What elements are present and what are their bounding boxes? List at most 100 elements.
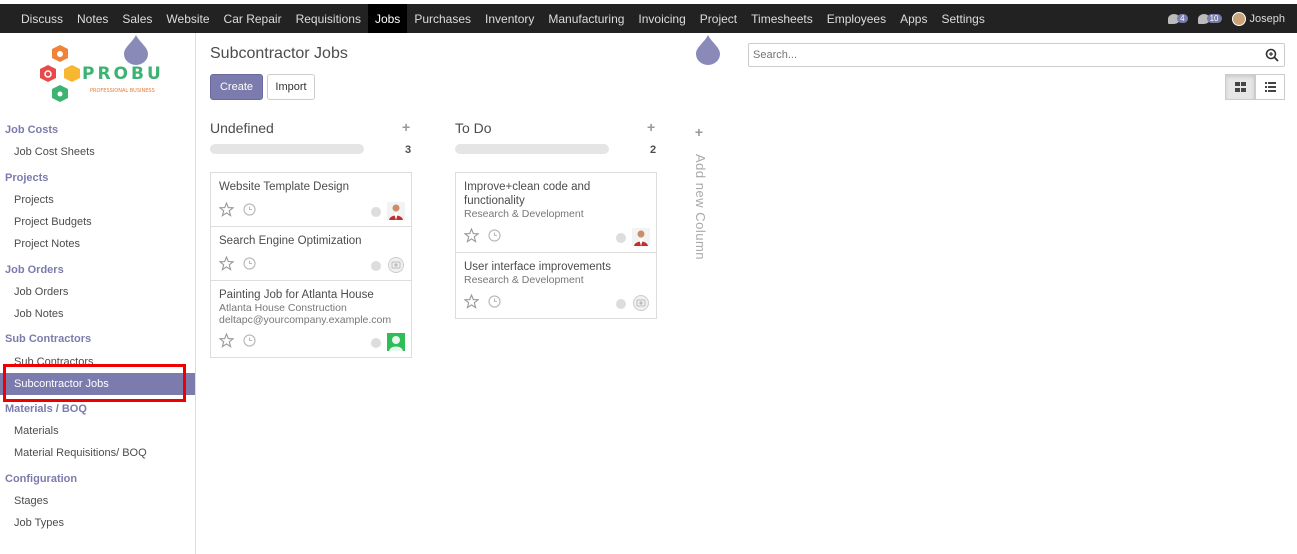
- menu-invoicing[interactable]: Invoicing: [631, 4, 692, 33]
- sidebar-item-material-requisitions[interactable]: Material Requisitions/ BOQ: [14, 447, 147, 459]
- sidebar-item-stages[interactable]: Stages: [14, 495, 48, 507]
- chat-count-badge: 4: [1177, 14, 1188, 23]
- column-title-undefined: Undefined: [210, 120, 274, 136]
- status-dot[interactable]: [371, 338, 381, 348]
- column-count: 3: [405, 144, 412, 156]
- logo-brand: PROBUSE: [82, 64, 164, 84]
- star-icon[interactable]: [219, 202, 234, 217]
- column-progress-bar: [455, 144, 609, 154]
- card-title: Website Template Design: [219, 181, 349, 193]
- star-icon[interactable]: [219, 256, 234, 271]
- clock-icon[interactable]: [243, 257, 256, 270]
- messages-count-badge: 10: [1206, 14, 1222, 23]
- sidebar-item-job-orders[interactable]: Job Orders: [14, 286, 68, 298]
- clock-icon[interactable]: [488, 229, 501, 242]
- column-quick-create-button[interactable]: +: [647, 119, 655, 135]
- menu-car-repair[interactable]: Car Repair: [217, 4, 289, 33]
- menu-notes[interactable]: Notes: [70, 4, 115, 33]
- kanban-card[interactable]: Website Template Design: [210, 172, 412, 227]
- search-icon[interactable]: [1265, 48, 1279, 62]
- user-avatar: [1231, 11, 1246, 26]
- drop-marker-icon: [696, 35, 720, 65]
- sidebar-section-projects: Projects: [5, 172, 49, 184]
- menu-website[interactable]: Website: [159, 4, 216, 33]
- clock-icon[interactable]: [243, 203, 256, 216]
- add-column-label: Add new Column: [693, 154, 708, 260]
- sidebar-item-sub-contractors[interactable]: Sub Contractors: [14, 356, 93, 368]
- drop-marker-icon: [124, 35, 148, 65]
- menu-sales[interactable]: Sales: [115, 4, 159, 33]
- list-icon: [1264, 82, 1276, 92]
- add-new-column[interactable]: + Add new Column: [691, 124, 708, 260]
- placeholder-avatar-icon: [388, 257, 404, 273]
- card-partner: Atlanta House Construction: [219, 302, 347, 314]
- search-box: [748, 43, 1285, 67]
- status-dot[interactable]: [616, 233, 626, 243]
- sidebar-item-job-notes[interactable]: Job Notes: [14, 308, 64, 320]
- card-title: Painting Job for Atlanta House: [219, 289, 374, 301]
- placeholder-avatar-icon: [633, 295, 649, 311]
- logo-tagline: PROFESSIONAL BUSINESS: [90, 88, 155, 94]
- sidebar-item-job-cost-sheets[interactable]: Job Cost Sheets: [14, 146, 95, 158]
- column-count: 2: [650, 144, 657, 156]
- list-view-button[interactable]: [1255, 74, 1285, 100]
- menu-settings[interactable]: Settings: [934, 4, 991, 33]
- sidebar-section-job-orders: Job Orders: [5, 264, 64, 276]
- create-button[interactable]: Create: [210, 74, 263, 100]
- card-title: User interface improvements: [464, 261, 611, 273]
- sidebar-item-project-notes[interactable]: Project Notes: [14, 238, 80, 250]
- status-dot[interactable]: [371, 207, 381, 217]
- user-avatar: [387, 333, 405, 351]
- menu-jobs[interactable]: Jobs: [367, 4, 408, 33]
- menu-apps[interactable]: Apps: [893, 4, 934, 33]
- sidebar-item-subcontractor-jobs[interactable]: Subcontractor Jobs: [0, 373, 195, 395]
- star-icon[interactable]: [464, 228, 479, 243]
- messages-button[interactable]: 10: [1197, 13, 1222, 24]
- menu-timesheets[interactable]: Timesheets: [744, 4, 820, 33]
- kanban-grid-icon: [1234, 82, 1246, 92]
- user-avatar: [387, 202, 405, 220]
- clock-icon[interactable]: [488, 295, 501, 308]
- menu-inventory[interactable]: Inventory: [478, 4, 541, 33]
- sidebar-section-materials-boq: Materials / BOQ: [5, 403, 87, 415]
- card-email: deltapc@yourcompany.example.com: [219, 314, 392, 326]
- kanban-card[interactable]: Painting Job for Atlanta House Atlanta H…: [210, 280, 412, 358]
- sidebar-item-job-types[interactable]: Job Types: [14, 517, 64, 529]
- menu-employees[interactable]: Employees: [820, 4, 893, 33]
- user-menu[interactable]: Joseph: [1231, 11, 1285, 26]
- chat-button[interactable]: 4: [1168, 13, 1188, 24]
- menu-discuss[interactable]: Discuss: [14, 4, 70, 33]
- card-project: Research & Development: [464, 208, 584, 220]
- search-input[interactable]: [749, 44, 1249, 66]
- add-column-plus-icon: +: [694, 124, 704, 140]
- menu-manufacturing[interactable]: Manufacturing: [541, 4, 631, 33]
- kanban-card[interactable]: User interface improvements Research & D…: [455, 252, 657, 319]
- column-title-to-do: To Do: [455, 120, 492, 136]
- status-dot[interactable]: [616, 299, 626, 309]
- column-quick-create-button[interactable]: +: [402, 119, 410, 135]
- sidebar-item-project-budgets[interactable]: Project Budgets: [14, 216, 92, 228]
- card-title: Improve+clean code and functionality: [464, 181, 591, 207]
- page-title: Subcontractor Jobs: [210, 45, 348, 62]
- status-dot[interactable]: [371, 261, 381, 271]
- sidebar-item-materials[interactable]: Materials: [14, 425, 59, 437]
- clock-icon[interactable]: [243, 334, 256, 347]
- systray: 4 10 Joseph: [1168, 4, 1285, 33]
- top-navbar: Discuss Notes Sales Website Car Repair R…: [0, 4, 1297, 33]
- menu-project[interactable]: Project: [693, 4, 744, 33]
- kanban-card[interactable]: Improve+clean code and functionality Res…: [455, 172, 657, 253]
- star-icon[interactable]: [219, 333, 234, 348]
- sidebar-section-job-costs: Job Costs: [5, 124, 59, 136]
- card-title: Search Engine Optimization: [219, 235, 362, 247]
- user-avatar: [632, 228, 650, 246]
- card-project: Research & Development: [464, 274, 584, 286]
- app-menu: Discuss Notes Sales Website Car Repair R…: [0, 4, 992, 33]
- import-button[interactable]: Import: [267, 74, 315, 100]
- sidebar-item-projects[interactable]: Projects: [14, 194, 54, 206]
- kanban-card[interactable]: Search Engine Optimization: [210, 226, 412, 281]
- menu-purchases[interactable]: Purchases: [407, 4, 478, 33]
- kanban-view-button[interactable]: [1225, 74, 1255, 100]
- menu-requisitions[interactable]: Requisitions: [289, 4, 368, 33]
- star-icon[interactable]: [464, 294, 479, 309]
- sidebar-section-configuration: Configuration: [5, 473, 78, 485]
